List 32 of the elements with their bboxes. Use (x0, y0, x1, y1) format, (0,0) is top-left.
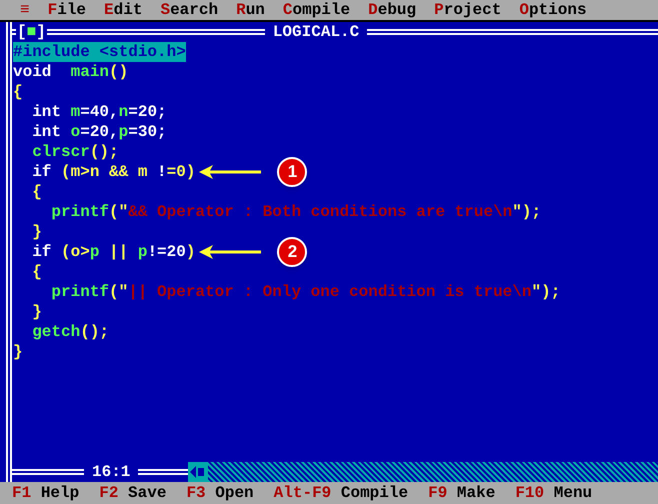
function-key-button[interactable]: F10 Menu (515, 483, 592, 503)
function-key-button[interactable]: F2 Save (99, 483, 166, 503)
code-line: void main() (13, 62, 128, 82)
callout-badge: 2 (277, 237, 308, 267)
function-key-button[interactable]: F1 Help (12, 483, 80, 503)
callout-badge: 1 (277, 157, 308, 187)
close-box[interactable]: [■] (16, 22, 47, 42)
code-line: getch(); (31, 322, 110, 342)
menu-item[interactable]: Compile (282, 0, 350, 20)
menu-item[interactable]: Options (519, 0, 587, 20)
arrow-icon (199, 165, 262, 179)
code-line: clrscr(); (31, 142, 119, 162)
horizontal-scrollbar[interactable] (188, 462, 658, 482)
code-line: int o=20,p=30; (31, 122, 167, 142)
scroll-thumb-icon[interactable] (188, 462, 208, 482)
code-line: } (31, 222, 42, 242)
menu-item[interactable]: Run (236, 0, 265, 20)
code-line: int m=40,n=20; (31, 102, 167, 122)
arrow-icon (199, 245, 262, 259)
menu-item[interactable]: Debug (368, 0, 416, 20)
code-line: { (13, 82, 23, 102)
menu-item[interactable]: Project (434, 0, 502, 20)
function-key-button[interactable]: F3 Open (186, 483, 254, 503)
code-line: } (13, 342, 23, 362)
code-line: printf("|| Operator : Only one condition is true\n"); (50, 282, 560, 302)
code-line: printf("&& Operator : Both conditions are true\n"); (50, 202, 542, 222)
function-key-button[interactable]: Alt-F9 Compile (274, 483, 408, 503)
function-key-button[interactable]: F9 Make (428, 483, 496, 503)
code-line: } (31, 302, 42, 322)
menu-item[interactable]: Search (160, 0, 218, 20)
menu-item[interactable]: File (48, 0, 86, 20)
menu-item[interactable]: Edit (104, 0, 142, 20)
